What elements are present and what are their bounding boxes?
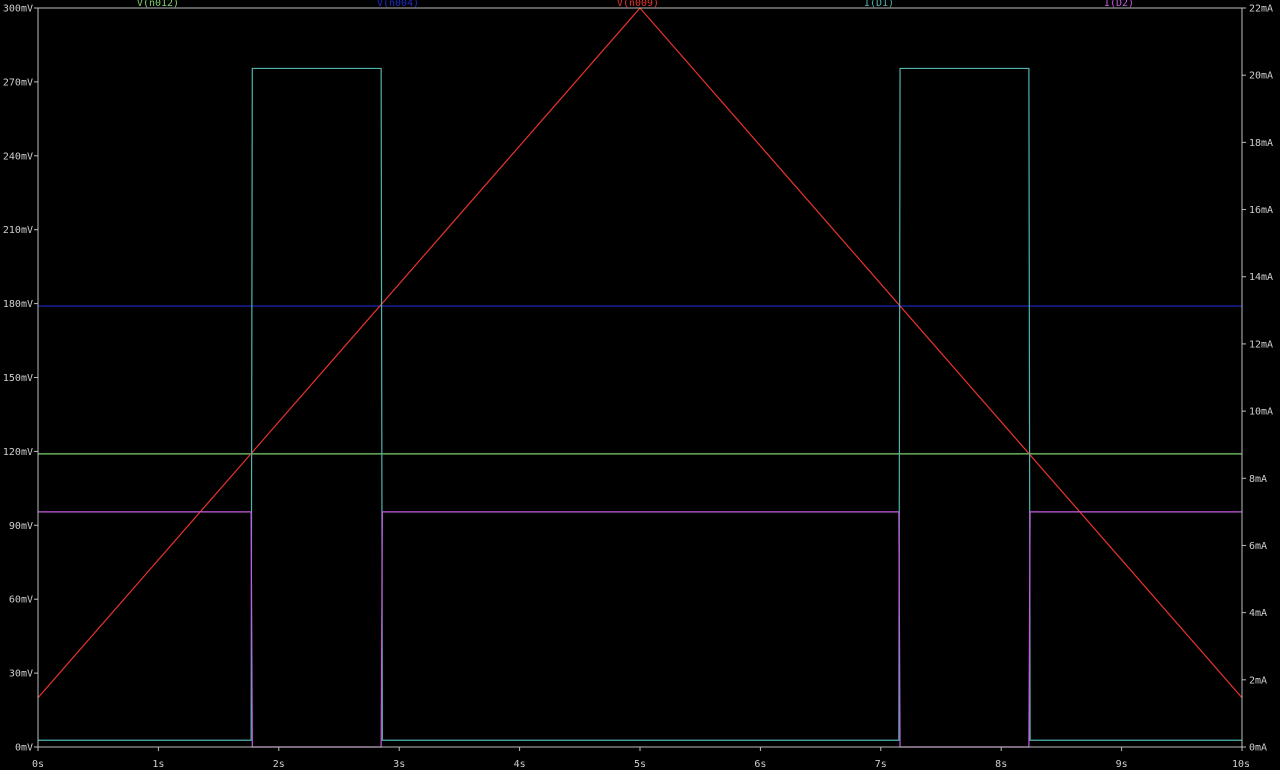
plot-frame xyxy=(37,7,1243,748)
trace-i-d2 xyxy=(38,511,1242,748)
x-tick-label: 10s xyxy=(1232,759,1250,770)
left-tick-label: 90mV xyxy=(9,521,33,532)
right-tick-label: 22mA xyxy=(1249,4,1273,15)
left-tick-label: 180mV xyxy=(3,299,33,310)
x-tick-label: 4s xyxy=(514,759,526,770)
x-tick-label: 3s xyxy=(393,759,405,770)
x-tick-label: 8s xyxy=(995,759,1007,770)
x-tick-label: 9s xyxy=(1116,759,1128,770)
left-tick-label: 270mV xyxy=(3,77,33,88)
right-tick-label: 8mA xyxy=(1249,474,1267,485)
trace-i-d1 xyxy=(38,67,1242,741)
trace-v-n009 xyxy=(37,7,1243,699)
x-tick-label: 1s xyxy=(152,759,164,770)
x-tick-label: 7s xyxy=(875,759,887,770)
x-tick-label: 2s xyxy=(273,759,285,770)
waveform-plot: V(n012) V(n004) V(n009) I(D1) I(D2) 0mV30mV6… xyxy=(3,0,1273,770)
left-axis: 0mV 30mV 60mV 90mV 120mV 150mV 180mV 210mV 240mV… xyxy=(3,4,38,754)
left-tick-label: 150mV xyxy=(3,373,33,384)
right-tick-label: 10mA xyxy=(1249,407,1273,418)
right-tick-label: 16mA xyxy=(1249,205,1273,216)
x-tick-label: 6s xyxy=(754,759,766,770)
left-tick-label: 120mV xyxy=(3,447,33,458)
left-tick-label: 60mV xyxy=(9,595,33,606)
right-tick-label: 6mA xyxy=(1249,541,1267,552)
left-tick-label: 210mV xyxy=(3,225,33,236)
right-tick-label: 14mA xyxy=(1249,272,1273,283)
traces xyxy=(37,7,1243,748)
right-tick-label: 18mA xyxy=(1249,138,1273,149)
left-tick-label: 30mV xyxy=(9,669,33,680)
left-tick-label: 300mV xyxy=(3,4,33,15)
left-tick-label: 240mV xyxy=(3,151,33,162)
x-axis: 0s 1s 2s 3s 4s 5s 6s 7s 8s 9s 10s xyxy=(32,747,1250,770)
right-tick-label: 20mA xyxy=(1249,71,1273,82)
x-tick-label: 0s xyxy=(32,759,44,770)
right-tick-label: 2mA xyxy=(1249,675,1267,686)
right-tick-label: 12mA xyxy=(1249,339,1273,350)
right-tick-label: 4mA xyxy=(1249,608,1267,619)
right-tick-label: 0mA xyxy=(1249,743,1267,754)
left-tick-label: 0mV xyxy=(15,743,33,754)
right-axis: 0mA 2mA 4mA 6mA 8mA 10mA 12mA 14mA 16mA 18mA 20mA 2… xyxy=(1242,4,1273,754)
x-tick-label: 5s xyxy=(634,759,646,770)
